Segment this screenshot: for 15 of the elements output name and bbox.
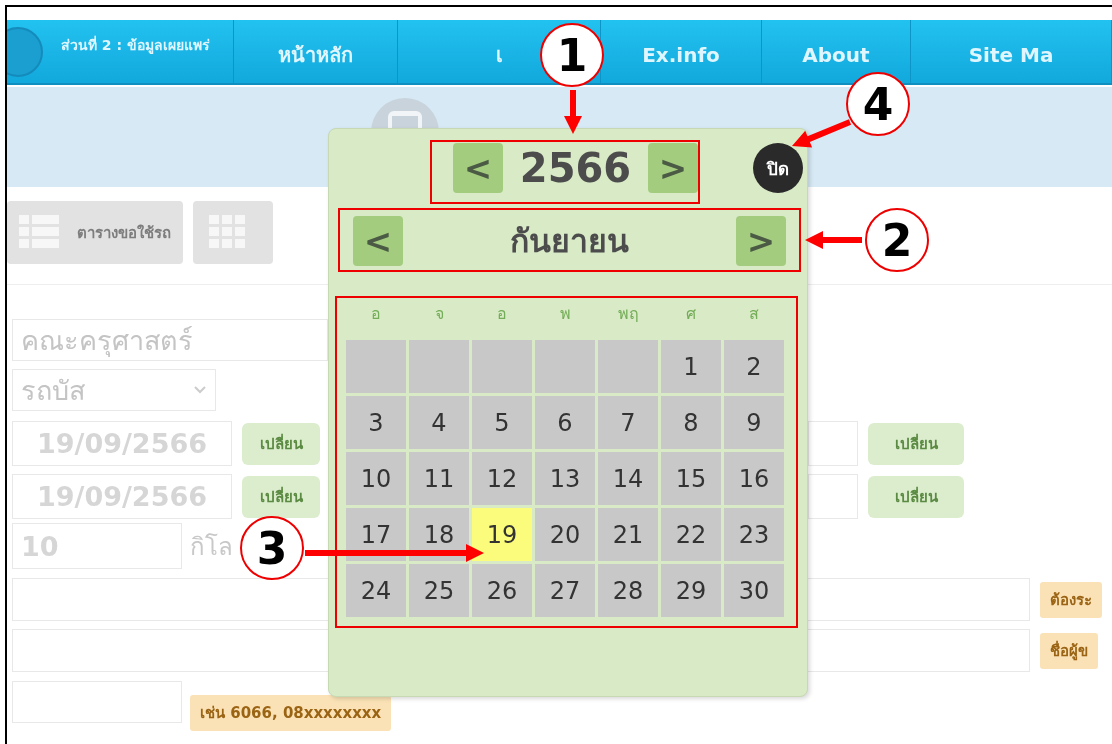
weekday-label: ศ — [685, 303, 697, 325]
step-number-badge: 2 — [865, 208, 929, 272]
month-label: กันยายน — [510, 221, 629, 262]
weekday-label: อ — [496, 303, 508, 325]
hint-label: ชื่อผู้ข — [1040, 632, 1098, 669]
hint-label: เช่น 6066, 08xxxxxxxx — [190, 695, 392, 731]
step-number-badge: 3 — [240, 516, 304, 580]
site-section-title: ส่วนที่ 2 : ข้อมูลเผยแพร่ — [61, 34, 210, 56]
weekday-label: ส — [748, 303, 760, 325]
weekday-label: พฤ — [616, 303, 640, 325]
weekday-label: พ — [558, 303, 572, 325]
weekday-label: จ — [433, 303, 445, 325]
weekday-label: อ — [370, 303, 382, 325]
year-label: 2566 — [518, 145, 633, 191]
hint-label: ต้องระ — [1040, 581, 1102, 618]
